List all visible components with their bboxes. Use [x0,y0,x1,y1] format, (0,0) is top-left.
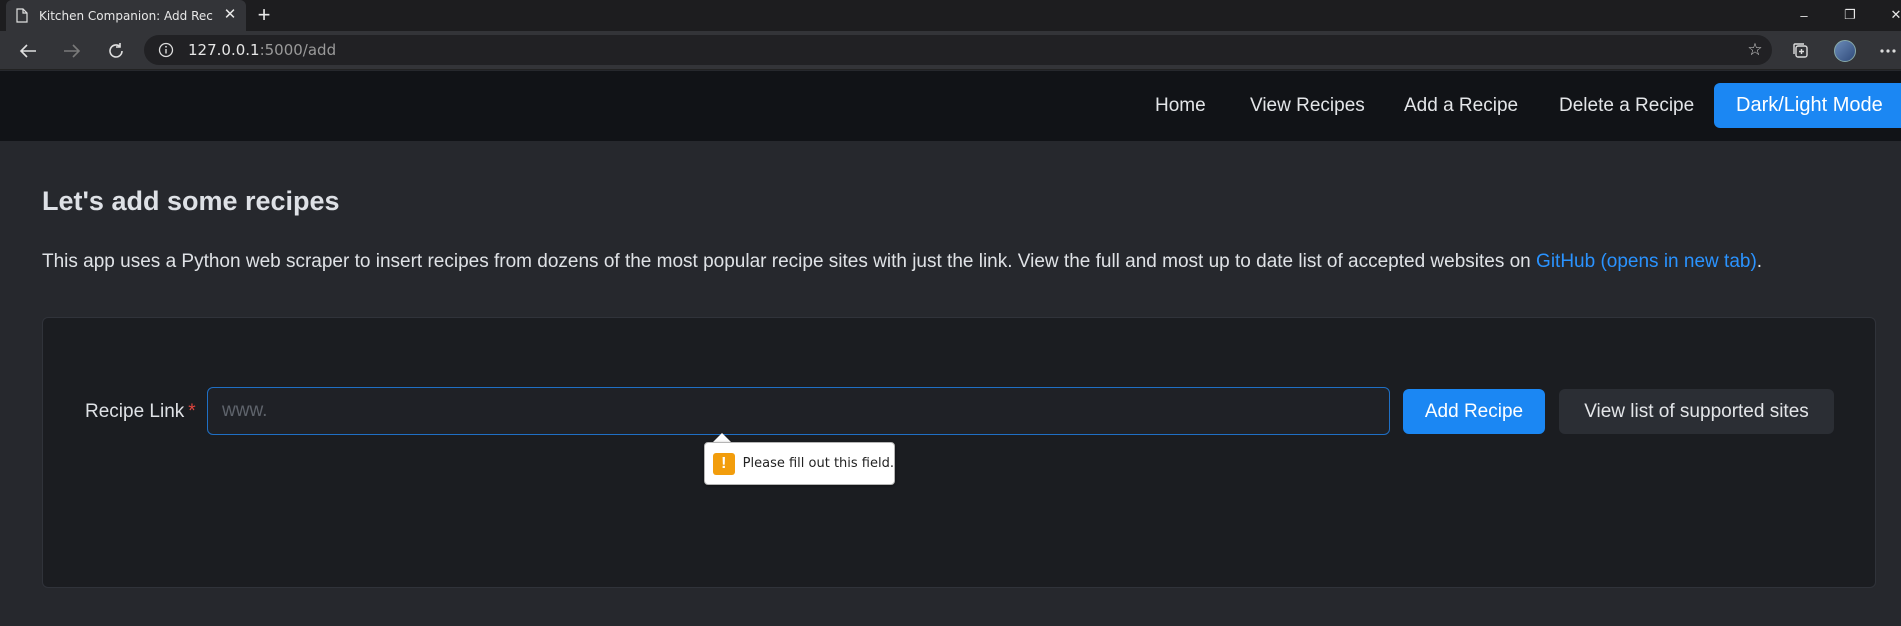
recipe-link-input[interactable] [207,387,1390,435]
profile-avatar[interactable] [1833,39,1857,63]
nav-delete-recipe[interactable]: Delete a Recipe [1559,95,1694,117]
info-icon[interactable] [158,42,174,58]
app-navbar: Home View Recipes Add a Recipe Delete a … [0,71,1901,141]
github-link[interactable]: GitHub (opens in new tab) [1536,251,1757,272]
refresh-icon[interactable] [102,37,130,65]
minimize-button[interactable]: – [1782,0,1826,30]
page-icon [16,8,29,24]
validation-message: Please fill out this field. [742,456,894,471]
address-host: 127.0.0.1 [188,41,260,59]
more-icon[interactable] [1876,39,1900,63]
add-recipe-button[interactable]: Add Recipe [1403,389,1545,434]
page-title: Let's add some recipes [42,186,340,216]
browser-tab-bar: Kitchen Companion: Add Recipe ✕ + – ❐ ✕ [0,0,1901,31]
intro-end: . [1756,251,1763,272]
close-window-button[interactable]: ✕ [1874,0,1901,30]
nav-view-recipes[interactable]: View Recipes [1250,95,1365,117]
address-path: :5000/add [259,41,337,59]
view-supported-sites-button[interactable]: View list of supported sites [1559,389,1834,434]
address-bar[interactable]: 127.0.0.1:5000/add ☆ [144,35,1772,65]
nav-home[interactable]: Home [1155,95,1206,117]
dark-light-mode-button[interactable]: Dark/Light Mode [1714,83,1901,128]
collections-icon[interactable] [1789,39,1813,63]
warning-icon: ! [713,452,735,475]
new-tab-button[interactable]: + [252,4,276,28]
forward-icon[interactable] [58,37,86,65]
recipe-link-label: Recipe Link * [85,401,196,423]
intro-text: This app uses a Python web scraper to in… [42,251,1762,273]
recipe-link-label-text: Recipe Link [85,401,185,422]
tab-close-icon[interactable]: ✕ [222,7,238,23]
nav-add-recipe[interactable]: Add a Recipe [1404,95,1518,117]
back-icon[interactable] [14,37,42,65]
browser-toolbar: 127.0.0.1:5000/add ☆ [0,31,1901,70]
required-mark: * [188,401,196,422]
add-recipe-card [42,317,1876,588]
validation-tooltip: ! Please fill out this field. [704,442,895,485]
tab-title: Kitchen Companion: Add Recipe [39,8,214,23]
restore-button[interactable]: ❐ [1828,0,1872,30]
intro-body: This app uses a Python web scraper to in… [42,251,1537,272]
browser-tab[interactable]: Kitchen Companion: Add Recipe ✕ [6,0,246,31]
star-icon[interactable]: ☆ [1746,41,1764,59]
